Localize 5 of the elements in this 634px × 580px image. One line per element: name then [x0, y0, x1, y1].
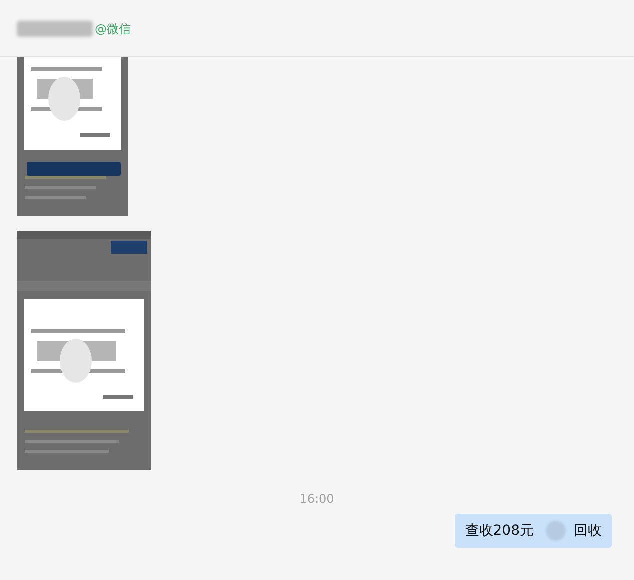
- redaction-blot: [546, 521, 566, 541]
- message-text: 查收208元: [465, 522, 534, 540]
- message-text: 回收: [574, 522, 602, 540]
- message-time: 16:00: [300, 492, 334, 506]
- chat-source-label: @微信: [95, 20, 131, 38]
